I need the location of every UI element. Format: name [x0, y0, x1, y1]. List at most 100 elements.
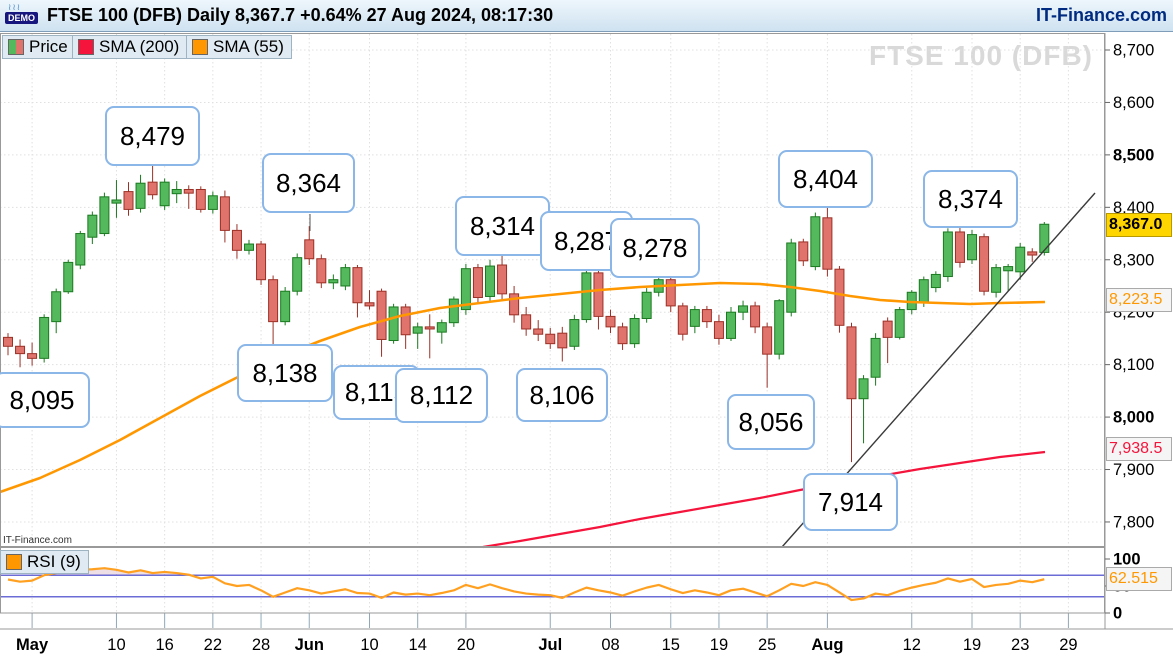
chart-window: 8,7008,6008,5008,4008,3008,2008,1008,000…	[0, 0, 1173, 660]
rsi-line	[8, 568, 1044, 600]
candle	[642, 292, 651, 318]
legend-sma55-label: SMA (55)	[213, 37, 284, 57]
candle	[4, 337, 13, 346]
x-axis-label: 10	[107, 636, 125, 654]
price-annotation[interactable]: 8,314	[455, 196, 550, 256]
candle	[413, 327, 422, 333]
legend-price[interactable]: Price	[2, 35, 76, 59]
candle	[727, 312, 736, 338]
y-axis-label: 8,600	[1113, 94, 1154, 112]
candle	[775, 301, 784, 354]
candle	[546, 334, 555, 343]
x-axis-label: 12	[903, 636, 921, 654]
candle	[473, 268, 482, 298]
candle	[883, 321, 892, 337]
legend-rsi[interactable]: RSI (9)	[0, 550, 89, 574]
candle	[666, 280, 675, 306]
candle	[40, 317, 49, 358]
candle	[196, 189, 205, 209]
candle	[859, 379, 868, 399]
price-annotation[interactable]: 8,404	[778, 150, 873, 208]
rsi-axis-label: 0	[1113, 605, 1122, 623]
candle	[582, 273, 591, 320]
price-swatch-icon	[8, 39, 24, 55]
sma200-swatch-icon	[78, 39, 94, 55]
candle	[317, 259, 326, 283]
candle	[293, 258, 302, 292]
rsi-value-tag: 62.515	[1106, 567, 1172, 591]
candle	[377, 291, 386, 339]
candle	[618, 327, 627, 344]
x-axis-label: May	[16, 636, 49, 654]
sma55-value-tag: 8,223.5	[1106, 288, 1172, 312]
y-axis-label: 7,800	[1113, 513, 1154, 531]
candle	[955, 232, 964, 262]
legend-rsi-label: RSI (9)	[27, 552, 81, 572]
candle	[136, 183, 145, 208]
x-axis-label: 29	[1059, 636, 1077, 654]
candle	[437, 323, 446, 332]
candle	[751, 306, 760, 327]
candle	[208, 196, 217, 210]
chart-footer-brand: IT-Finance.com	[3, 535, 72, 546]
x-axis-label: Jun	[295, 636, 324, 654]
candle	[184, 189, 193, 193]
candle	[64, 262, 73, 291]
x-axis-label: Aug	[811, 636, 843, 654]
price-annotation[interactable]: 8,095	[0, 372, 90, 428]
candle	[739, 306, 748, 312]
candle	[88, 215, 97, 237]
y-axis-label: 8,300	[1113, 251, 1154, 269]
candle	[498, 265, 507, 294]
rsi-swatch-icon	[6, 554, 22, 570]
candle	[919, 280, 928, 303]
legend-sma200[interactable]: SMA (200)	[72, 35, 187, 59]
price-annotation[interactable]: 8,479	[105, 106, 200, 166]
legend-sma200-label: SMA (200)	[99, 37, 179, 57]
price-annotation[interactable]: 8,364	[262, 153, 355, 213]
price-annotation[interactable]: 8,138	[237, 344, 333, 402]
last-price-tag: 8,367.0	[1106, 213, 1172, 237]
candle	[425, 327, 434, 329]
candle	[52, 292, 61, 322]
candle	[76, 234, 85, 265]
candle	[16, 346, 25, 353]
price-annotation[interactable]: 8,278	[610, 218, 700, 278]
candle	[449, 299, 458, 323]
price-annotation[interactable]: 8,056	[727, 394, 815, 450]
legend-sma55[interactable]: SMA (55)	[186, 35, 292, 59]
x-axis-label: 16	[155, 636, 173, 654]
candle	[630, 318, 639, 343]
candle	[811, 217, 820, 267]
price-annotation[interactable]: 8,374	[923, 170, 1018, 228]
candle	[220, 197, 229, 231]
candle	[269, 280, 278, 322]
candle	[112, 200, 121, 203]
candle	[365, 303, 374, 306]
candle	[678, 306, 687, 334]
candle	[895, 310, 904, 338]
chart-canvas[interactable]: 8,7008,6008,5008,4008,3008,2008,1008,000…	[0, 0, 1173, 660]
candle	[980, 237, 989, 292]
price-annotation[interactable]: 8,106	[516, 368, 608, 422]
sma200-line	[483, 452, 1045, 547]
candle	[28, 354, 37, 359]
candle	[943, 232, 952, 277]
price-annotation[interactable]: 8,112	[395, 368, 488, 423]
candle	[823, 218, 832, 269]
candle	[172, 189, 181, 193]
x-axis-label: 14	[409, 636, 427, 654]
y-axis-label: 8,700	[1113, 42, 1154, 60]
candle	[606, 316, 615, 326]
candle	[871, 338, 880, 377]
candle	[281, 291, 290, 321]
candle	[389, 307, 398, 341]
candle	[847, 327, 856, 399]
x-axis-label: 19	[963, 636, 981, 654]
candle	[799, 242, 808, 261]
candle	[148, 182, 157, 195]
price-annotation[interactable]: 7,914	[803, 473, 898, 531]
candle	[305, 240, 314, 259]
candle	[341, 268, 350, 286]
candle	[329, 280, 338, 283]
